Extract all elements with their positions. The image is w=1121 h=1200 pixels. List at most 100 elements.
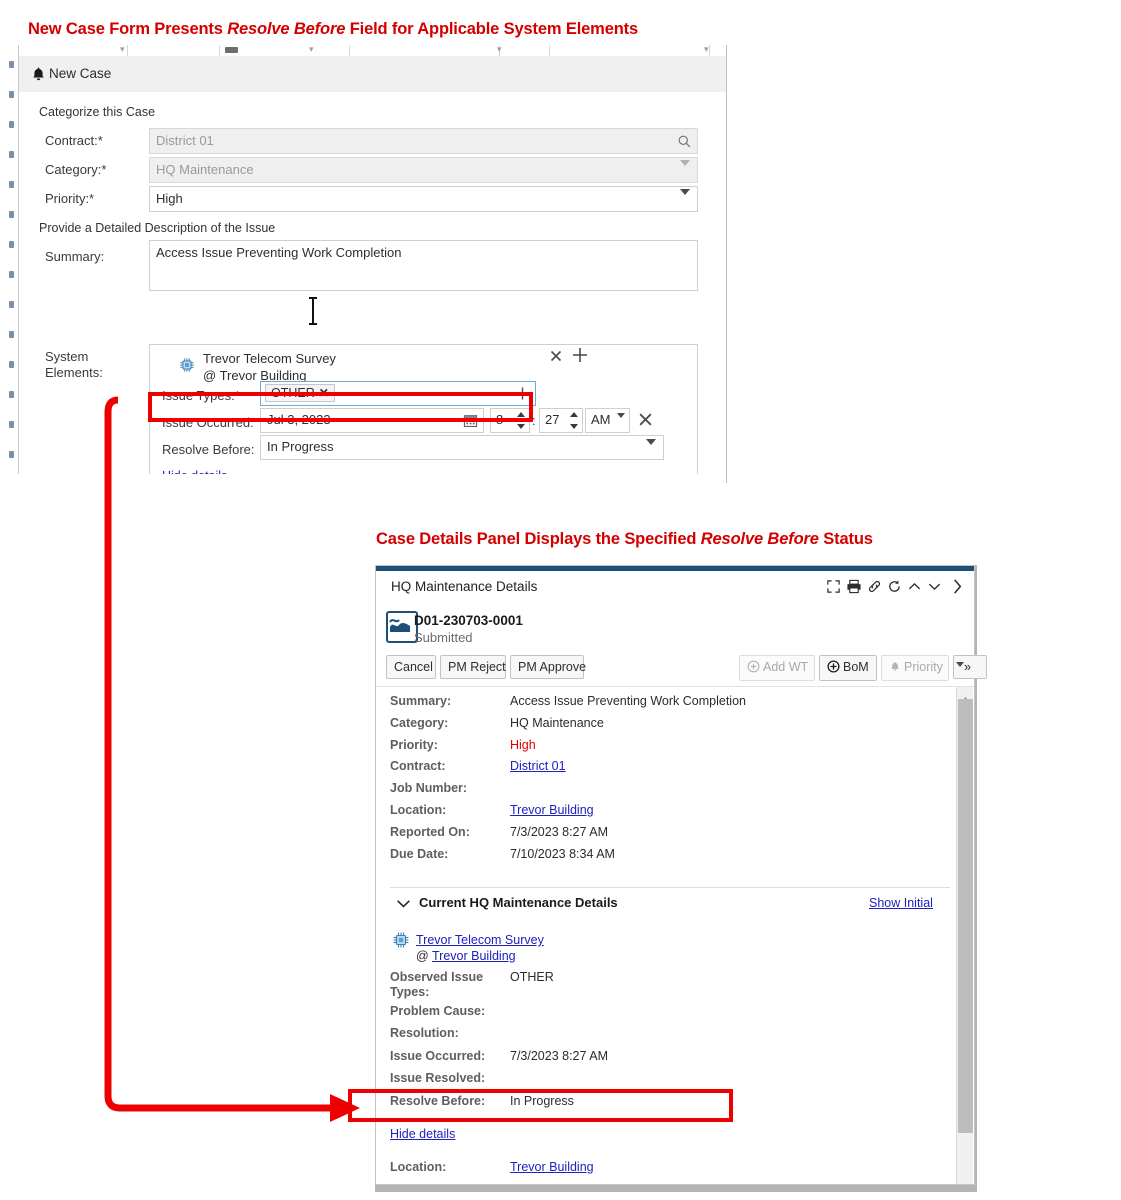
priority-value: High	[156, 191, 183, 206]
chevron-down-icon[interactable]	[680, 189, 690, 212]
category-select[interactable]: HQ Maintenance	[149, 157, 698, 183]
resolve-before-select[interactable]: In Progress	[260, 435, 664, 460]
hide-details-link-details[interactable]: Hide details	[390, 1127, 455, 1141]
section-divider	[390, 887, 950, 888]
case-field-value: Access Issue Preventing Work Completion	[510, 694, 746, 708]
current-details-section-title: Current HQ Maintenance Details	[419, 895, 618, 910]
details-scrollbar-thumb[interactable]	[958, 699, 973, 1133]
panel-header-icons	[826, 578, 964, 595]
contract-value: District 01	[156, 133, 214, 148]
case-id: D01-230703-0001	[414, 613, 523, 628]
priority-label: Priority:*	[45, 191, 95, 206]
new-case-titlebar: New Case	[19, 56, 726, 93]
minute-up-arrow[interactable]	[570, 412, 578, 417]
print-icon[interactable]	[846, 579, 862, 594]
refresh-icon[interactable]	[887, 579, 902, 594]
highlight-resolve-before-details	[348, 1089, 733, 1122]
case-field-value[interactable]: District 01	[510, 759, 566, 773]
bell-icon	[889, 660, 901, 676]
search-icon[interactable]	[677, 134, 692, 149]
hour-down-arrow[interactable]	[517, 424, 525, 429]
contract-input[interactable]: District 01	[149, 128, 698, 154]
priority-select[interactable]: High	[149, 186, 698, 212]
case-field-label: Job Number:	[390, 781, 468, 795]
issue-occurred-meridiem-select[interactable]: AM	[585, 408, 630, 433]
new-case-body: Categorize this Case Contract:* District…	[19, 92, 726, 483]
panel-header: HQ Maintenance Details	[376, 571, 974, 604]
current-row-label: Issue Resolved:	[390, 1071, 486, 1085]
more-chevrons-label: »	[964, 660, 971, 674]
close-icon[interactable]	[637, 411, 654, 428]
case-field-value: High	[510, 738, 536, 752]
plus-circle-icon	[827, 660, 840, 676]
bom-button[interactable]: BoM	[819, 655, 877, 681]
case-field-label: Priority:	[390, 738, 438, 752]
issue-occurred-minute-stepper[interactable]: 27	[539, 408, 583, 433]
bottom-location-value[interactable]: Trevor Building	[510, 1160, 594, 1174]
add-wt-button[interactable]: Add WT	[739, 655, 815, 681]
clip-mask	[18, 474, 725, 486]
attachment-icon[interactable]	[867, 579, 882, 594]
top-annotation-caption: New Case Form Presents Resolve Before Fi…	[28, 20, 638, 39]
current-element-location-link[interactable]: Trevor Building	[432, 949, 516, 963]
caption-part-2: Field for Applicable System Elements	[345, 20, 639, 38]
case-field-value: 7/3/2023 8:27 AM	[510, 825, 608, 839]
details-outer-bottom-gutter	[375, 1185, 977, 1192]
close-icon[interactable]	[548, 348, 564, 364]
case-field-label: Summary:	[390, 694, 452, 708]
current-row-label: Resolution:	[390, 1026, 459, 1040]
contract-label: Contract:*	[45, 133, 103, 148]
current-row-value: OTHER	[510, 970, 554, 984]
resolve-before-value: In Progress	[267, 439, 334, 454]
cancel-button[interactable]: Cancel	[386, 655, 436, 679]
current-row-label: Observed Issue Types:	[390, 970, 484, 999]
pm-reject-button[interactable]: PM Reject	[440, 655, 506, 679]
case-field-label: Category:	[390, 716, 449, 730]
priority-button[interactable]: Priority	[881, 655, 949, 681]
new-case-title: New Case	[49, 66, 112, 81]
current-element-at: @	[416, 949, 429, 963]
pm-approve-button[interactable]: PM Approve	[510, 655, 586, 679]
system-element-name: Trevor Telecom Survey	[203, 351, 336, 366]
minute-down-arrow[interactable]	[570, 424, 578, 429]
current-row-label: Issue Occurred:	[390, 1049, 486, 1063]
caption-emph-2: Resolve Before	[700, 530, 819, 548]
case-field-label: Location:	[390, 803, 447, 817]
case-field-value: HQ Maintenance	[510, 716, 604, 730]
summary-label: Summary:	[45, 249, 105, 264]
plus-icon[interactable]	[570, 345, 590, 365]
chevron-down-icon[interactable]	[680, 160, 690, 183]
chevron-down-icon[interactable]	[617, 413, 625, 433]
text-cursor-ibeam	[309, 297, 317, 325]
caption-part-1: New Case Form Presents	[28, 20, 228, 38]
chip-icon	[393, 932, 409, 948]
case-status: Submitted	[414, 630, 473, 645]
bom-label: BoM	[843, 660, 869, 674]
details-scrollbar-track[interactable]	[956, 687, 973, 1184]
show-initial-link[interactable]: Show Initial	[869, 896, 933, 910]
current-row-value: 7/3/2023 8:27 AM	[510, 1049, 608, 1063]
case-field-value[interactable]: Trevor Building	[510, 803, 594, 817]
chevron-down-icon[interactable]	[646, 439, 656, 460]
chip-icon	[180, 358, 194, 372]
panel-title: HQ Maintenance Details	[391, 579, 538, 594]
expand-icon[interactable]	[826, 579, 841, 594]
toolbar-divider	[376, 686, 974, 687]
bottom-location-label: Location:	[390, 1160, 447, 1174]
chevron-down-icon[interactable]	[395, 895, 412, 917]
caption-part-4: Status	[818, 530, 873, 548]
chevron-right-icon[interactable]	[951, 578, 964, 595]
bell-icon	[33, 67, 44, 81]
current-element-name-link[interactable]: Trevor Telecom Survey	[416, 933, 544, 947]
more-caret[interactable]	[956, 655, 986, 667]
chevron-down-icon[interactable]	[927, 579, 942, 594]
chevron-up-icon[interactable]	[907, 579, 922, 594]
case-field-label: Contract:	[390, 759, 446, 773]
caption-emph-1: Resolve Before	[227, 20, 346, 38]
add-wt-label: Add WT	[763, 660, 809, 674]
gutter-icons	[9, 61, 14, 458]
current-row-label: Problem Cause:	[390, 1004, 486, 1018]
section-categorize-label: Categorize this Case	[39, 105, 156, 119]
summary-textarea[interactable]: Access Issue Preventing Work Completion	[149, 240, 698, 291]
category-value: HQ Maintenance	[156, 162, 254, 177]
